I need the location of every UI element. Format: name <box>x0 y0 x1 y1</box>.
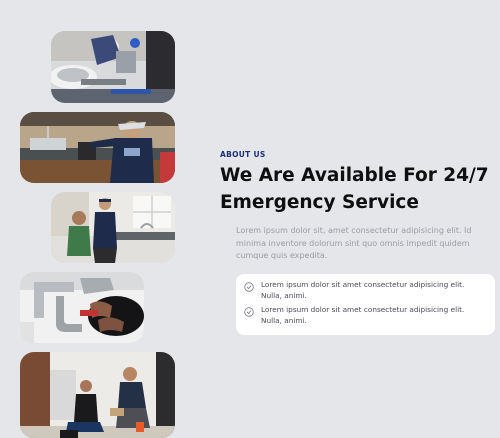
plumber-with-customer-photo <box>51 192 175 263</box>
section-title: We Are Available For 24/7 Emergency Serv… <box>220 165 489 213</box>
plumber-under-sink-photo <box>51 31 175 103</box>
check-circle-icon <box>244 282 254 292</box>
plumber-kitchen-sink-photo <box>20 112 175 183</box>
photo-gallery <box>0 0 200 438</box>
feature-text: Lorem ipsum dolor sit amet consectetur a… <box>261 305 465 325</box>
plumbers-water-heater-photo <box>20 352 175 438</box>
section-description: Lorem ipsum dolor sit, amet consectetur … <box>236 226 472 260</box>
feature-text: Lorem ipsum dolor sit amet consectetur a… <box>261 280 465 300</box>
check-circle-icon <box>244 307 254 317</box>
pipe-repair-closeup-photo <box>20 272 144 343</box>
feature-item: Lorem ipsum dolor sit amet consectetur a… <box>244 280 487 301</box>
section-eyebrow: ABOUT US <box>220 150 266 159</box>
feature-item: Lorem ipsum dolor sit amet consectetur a… <box>244 305 487 326</box>
features-card: Lorem ipsum dolor sit amet consectetur a… <box>236 274 495 335</box>
